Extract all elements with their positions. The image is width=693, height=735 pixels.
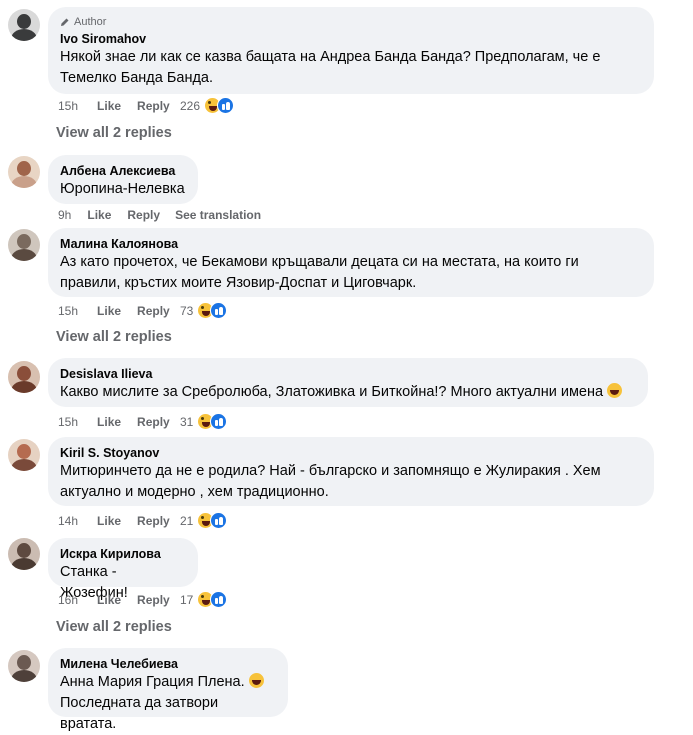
reply-button[interactable]: Reply xyxy=(137,304,170,318)
comment-text-line: Митюринчето да не е родила? Най - българ… xyxy=(60,463,601,479)
reaction-count: 17 xyxy=(180,592,194,607)
comment-text-line: Темелко Банда Банда. xyxy=(60,70,214,86)
comment-text: Какво мислите за Сребролюба, Златоживка … xyxy=(60,382,636,403)
comment-bubble: Милена Челебиева Анна Мария Грация Плена… xyxy=(48,648,288,732)
comment-author[interactable]: Ivo Siromahov xyxy=(60,31,642,47)
like-button[interactable]: Like xyxy=(97,304,121,318)
comment-bubble: Kiril S. Stoyanov Митюринчето да не е ро… xyxy=(48,437,654,506)
timestamp[interactable]: 14h xyxy=(58,514,78,528)
laughing-emoji-icon xyxy=(607,383,623,398)
comment-text-line: правили, кръстих моите Язовир-Доспат и Ц… xyxy=(60,275,417,291)
avatar[interactable] xyxy=(8,229,40,261)
comment-actions: 9h Like Reply See translation xyxy=(58,206,261,224)
comment-actions: 16h Like Reply xyxy=(58,591,184,609)
laughing-emoji-icon xyxy=(248,673,264,688)
comment-author[interactable]: Милена Челебиева xyxy=(60,656,276,672)
comment-text: Анна Мария Грация Плена. xyxy=(60,672,276,693)
timestamp[interactable]: 9h xyxy=(58,208,71,222)
like-reaction-icon xyxy=(210,302,228,319)
pencil-icon xyxy=(61,18,69,26)
timestamp[interactable]: 15h xyxy=(58,415,78,429)
like-button[interactable]: Like xyxy=(97,99,121,113)
comment-text-line: Какво мислите за Сребролюба, Златоживка … xyxy=(60,384,604,400)
comment-text-line: Някой знае ли как се казва бащата на Анд… xyxy=(60,49,601,65)
reply-button[interactable]: Reply xyxy=(137,514,170,528)
view-replies-link[interactable]: View all 2 replies xyxy=(56,329,172,345)
view-replies-link[interactable]: View all 2 replies xyxy=(56,619,172,635)
avatar[interactable] xyxy=(8,538,40,570)
comment-actions: 14h Like Reply xyxy=(58,512,184,530)
like-reaction-icon xyxy=(210,413,228,430)
author-badge: Author xyxy=(60,15,642,29)
like-reaction-icon xyxy=(210,512,228,529)
timestamp[interactable]: 16h xyxy=(58,593,78,607)
reaction-summary[interactable]: 73 xyxy=(180,302,228,319)
reply-button[interactable]: Reply xyxy=(137,99,170,113)
timestamp[interactable]: 15h xyxy=(58,304,78,318)
comment-bubble: Desislava Ilieva Какво мислите за Сребро… xyxy=(48,358,648,407)
reaction-summary[interactable]: 31 xyxy=(180,413,228,430)
avatar[interactable] xyxy=(8,156,40,188)
avatar[interactable] xyxy=(8,650,40,682)
like-button[interactable]: Like xyxy=(87,208,111,222)
comment-author[interactable]: Албена Алексиева xyxy=(60,163,186,179)
like-button[interactable]: Like xyxy=(97,415,121,429)
comment-text-line: Аз като прочетох, че Бекамови кръщавали … xyxy=(60,254,579,270)
comment-bubble: Албена Алексиева Юропина-Нелевка xyxy=(48,155,198,204)
comment-author[interactable]: Kiril S. Stoyanov xyxy=(60,445,642,461)
view-replies-link[interactable]: View all 2 replies xyxy=(56,125,172,141)
comment-actions: 15h Like Reply xyxy=(58,97,184,115)
reaction-count: 31 xyxy=(180,414,194,429)
avatar[interactable] xyxy=(8,9,40,41)
comment-actions: 15h Like Reply xyxy=(58,413,184,431)
reply-button[interactable]: Reply xyxy=(137,415,170,429)
reaction-count: 73 xyxy=(180,303,194,318)
avatar[interactable] xyxy=(8,361,40,393)
reaction-summary[interactable]: 21 xyxy=(180,512,228,529)
reaction-count: 21 xyxy=(180,513,194,528)
see-translation-link[interactable]: See translation xyxy=(175,208,261,222)
like-reaction-icon xyxy=(210,591,228,608)
author-badge-label: Author xyxy=(74,16,107,28)
comment-text-line: Анна Мария Грация Плена. xyxy=(60,674,245,690)
reply-button[interactable]: Reply xyxy=(127,208,160,222)
timestamp[interactable]: 15h xyxy=(58,99,78,113)
comment-author[interactable]: Искра Кирилова xyxy=(60,546,186,562)
reaction-count: 226 xyxy=(180,98,201,113)
reaction-summary[interactable]: 226 xyxy=(180,97,235,114)
comment-bubble: Author Ivo Siromahov Някой знае ли как с… xyxy=(48,7,654,94)
comment-text-line: Последната да затвори вратата. xyxy=(60,695,219,732)
comment-bubble: Малина Калоянова Аз като прочетох, че Бе… xyxy=(48,228,654,297)
reply-button[interactable]: Reply xyxy=(137,593,170,607)
comment-text-line: Юропина-Нелевка xyxy=(60,181,185,197)
like-reaction-icon xyxy=(217,97,235,114)
avatar[interactable] xyxy=(8,439,40,471)
comment-author[interactable]: Desislava Ilieva xyxy=(60,366,636,382)
comment-text-line: актуално и модерно , хем традиционно. xyxy=(60,484,329,500)
comment-author[interactable]: Малина Калоянова xyxy=(60,236,642,252)
like-button[interactable]: Like xyxy=(97,514,121,528)
reaction-summary[interactable]: 17 xyxy=(180,591,228,608)
comment-bubble: Искра Кирилова Станка - Жозефин! xyxy=(48,538,198,601)
like-button[interactable]: Like xyxy=(97,593,121,607)
comment-actions: 15h Like Reply xyxy=(58,302,184,320)
